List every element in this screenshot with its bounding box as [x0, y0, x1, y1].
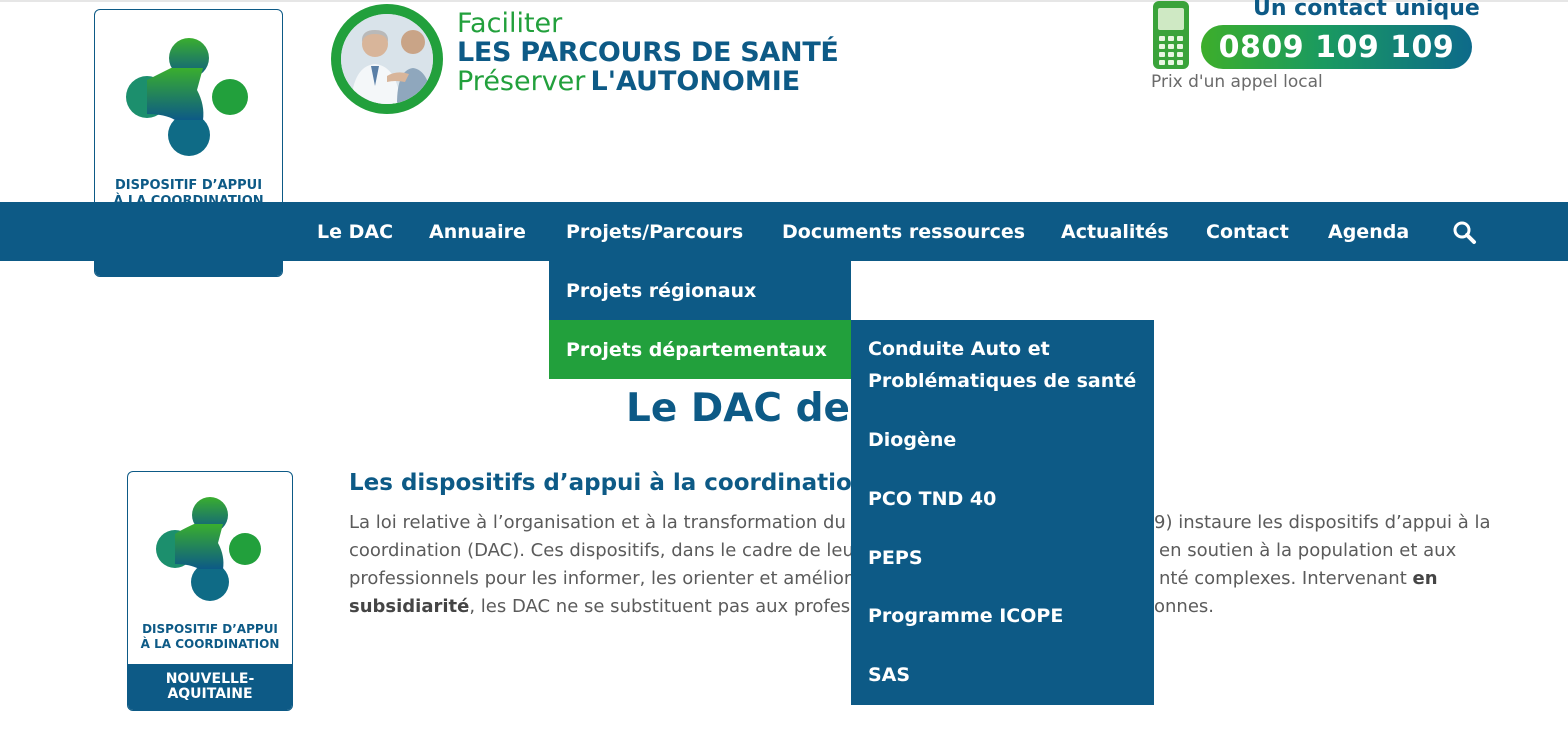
nav-item-agenda[interactable]: Agenda [1328, 202, 1409, 261]
paragraph-line: nté complexes. Intervenant en [1159, 568, 1438, 589]
menu-item-sas[interactable]: SAS [868, 659, 1148, 691]
menu-item-peps[interactable]: PEPS [868, 542, 1148, 574]
header-tagline: Faciliter LES PARCOURS DE SANTÉ Préserve… [457, 9, 839, 99]
section-title: Les dispositifs d’appui à la coordinatio… [349, 470, 909, 496]
logo-text: DISPOSITIF D’APPUI À LA COORDINATION [140, 622, 280, 651]
phone-number-link[interactable]: 0809 109 109 [1201, 25, 1472, 69]
nav-item-documents-ressources[interactable]: Documents ressources [782, 202, 1025, 261]
emphasis: subsidiarité [349, 596, 470, 617]
header-photo [331, 4, 443, 114]
nav-item-le-dac[interactable]: Le DAC [317, 202, 393, 261]
contact-title: Un contact unique [1253, 0, 1480, 21]
menu-item-conduite-auto[interactable]: Conduite Auto et Problématiques de santé [868, 333, 1148, 397]
menu-item-projets-regionaux[interactable]: Projets régionaux [549, 261, 851, 320]
menu-item-diogene[interactable]: Diogène [868, 424, 1148, 456]
tagline-autonomie: L'AUTONOMIE [590, 66, 801, 97]
search-icon[interactable] [1450, 218, 1478, 246]
tagline-faciliter: Faciliter [457, 8, 563, 39]
mobile-phone-icon [1151, 0, 1191, 70]
call-price-note: Prix d'un appel local [1151, 72, 1323, 92]
logo-symbol [95, 10, 282, 174]
logo-symbol [128, 472, 292, 616]
paragraph-line: coordination (DAC). Ces dispositifs, dan… [349, 540, 871, 561]
tagline-parcours: LES PARCOURS DE SANTÉ [457, 37, 839, 68]
nav-item-actualites[interactable]: Actualités [1061, 202, 1169, 261]
paragraph-line: professionnels pour les informer, les or… [349, 568, 870, 589]
logo-band: NOUVELLE- AQUITAINE [128, 664, 292, 710]
tagline-preserver: Préserver [457, 66, 586, 97]
menu-item-programme-icope[interactable]: Programme ICOPE [868, 600, 1148, 632]
paragraph-line: en soutien à la population et aux [1159, 540, 1457, 561]
paragraph-line: subsidiarité, les DAC ne se substituent … [349, 596, 887, 617]
menu-item-projets-departementaux[interactable]: Projets départementaux [549, 320, 851, 379]
menu-item-pco-tnd-40[interactable]: PCO TND 40 [868, 483, 1148, 515]
paragraph-line: 9) instaure les dispositifs d’appui à la [1154, 512, 1491, 533]
region-logo: DISPOSITIF D’APPUI À LA COORDINATION NOU… [127, 471, 293, 711]
paragraph-line: La loi relative à l’organisation et à la… [349, 512, 881, 533]
nav-item-projets-parcours[interactable]: Projets/Parcours [566, 202, 743, 261]
nav-item-contact[interactable]: Contact [1206, 202, 1289, 261]
nav-item-annuaire[interactable]: Annuaire [429, 202, 526, 261]
paragraph-line: onnes. [1154, 596, 1215, 617]
emphasis: en [1412, 568, 1438, 589]
